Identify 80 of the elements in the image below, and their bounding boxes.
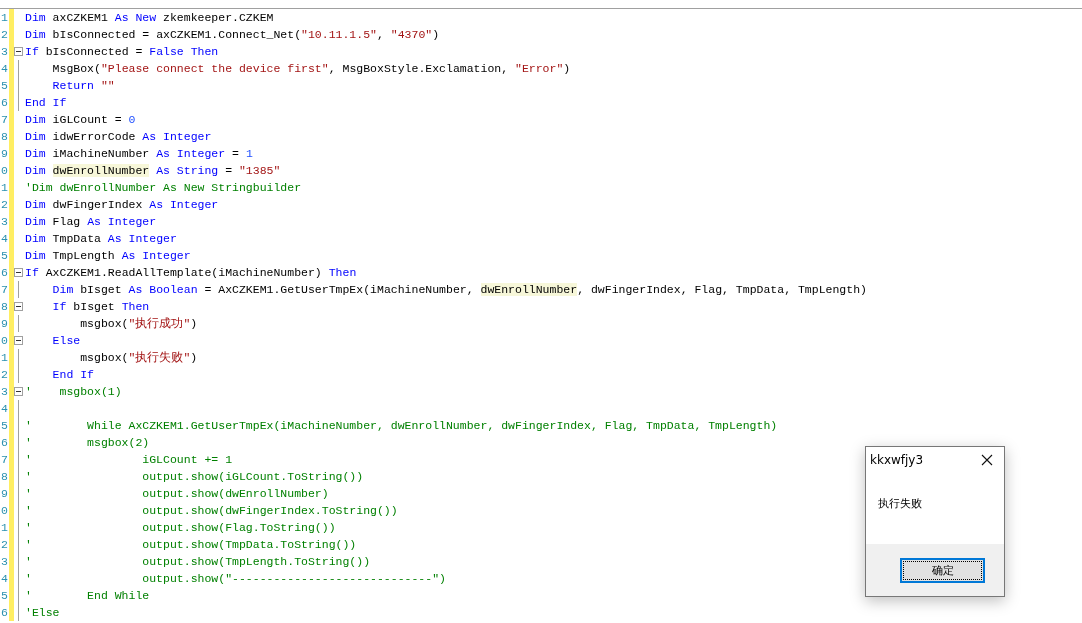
dialog-message: 执行失败 bbox=[878, 496, 922, 511]
code-line: ' msgbox(1) bbox=[25, 384, 122, 399]
line-number: 5 bbox=[1, 248, 8, 263]
line-number: 4 bbox=[1, 61, 8, 76]
line-number: 3 bbox=[1, 384, 8, 399]
ok-button[interactable]: 确定 bbox=[900, 557, 985, 583]
code-line: ' output.show(TmpData.ToString()) bbox=[25, 537, 357, 552]
code-line: Dim bIsget As Boolean = AxCZKEM1.GetUserTmpEx(iMachineNumber, dwEnrollNumber, dwFingerIndex, Flag, TmpData, TmpLength) bbox=[51, 282, 867, 297]
line-number: 1 bbox=[1, 520, 8, 535]
code-line: msgbox("执行成功") bbox=[79, 316, 198, 331]
line-number: 1 bbox=[1, 180, 8, 195]
line-number: 7 bbox=[1, 282, 8, 297]
code-line: Dim dwEnrollNumber As String = "1385" bbox=[25, 163, 281, 178]
code-line: Dim idwErrorCode As Integer bbox=[25, 129, 212, 144]
line-number: 1 bbox=[1, 10, 8, 25]
code-line: Dim TmpLength As Integer bbox=[25, 248, 191, 263]
line-number: 3 bbox=[1, 554, 8, 569]
line-number: 2 bbox=[1, 197, 8, 212]
code-line: ' output.show(dwFingerIndex.ToString()) bbox=[25, 503, 398, 518]
code-line: Return "" bbox=[51, 78, 115, 93]
line-number: 7 bbox=[1, 452, 8, 467]
code-line: Else bbox=[51, 333, 81, 348]
line-number: 6 bbox=[1, 95, 8, 110]
code-line: ' End While bbox=[25, 588, 150, 603]
line-number: 4 bbox=[1, 571, 8, 586]
code-line: msgbox("执行失败") bbox=[79, 350, 198, 365]
line-number: 4 bbox=[1, 401, 8, 416]
code-line: If AxCZKEM1.ReadAllTemplate(iMachineNumber) Then bbox=[25, 265, 357, 280]
code-line: Dim dwFingerIndex As Integer bbox=[25, 197, 219, 212]
code-line: If bIsConnected = False Then bbox=[25, 44, 219, 59]
code-line: MsgBox("Please connect the device first", MsgBoxStyle.Exclamation, "Error") bbox=[51, 61, 571, 76]
collapse-icon[interactable] bbox=[14, 387, 23, 396]
code-line: Dim iGLCount = 0 bbox=[25, 112, 136, 127]
code-line: Dim TmpData As Integer bbox=[25, 231, 177, 246]
code-line: End If bbox=[25, 95, 67, 110]
code-line: If bIsget Then bbox=[51, 299, 150, 314]
line-number: 5 bbox=[1, 418, 8, 433]
line-number: 2 bbox=[1, 27, 8, 42]
line-number: 6 bbox=[1, 265, 8, 280]
code-line: ' output.show(Flag.ToString()) bbox=[25, 520, 336, 535]
code-line: ' output.show("-----------------------------") bbox=[25, 571, 446, 586]
collapse-icon[interactable] bbox=[14, 47, 23, 56]
line-number: 4 bbox=[1, 231, 8, 246]
line-number: 2 bbox=[1, 537, 8, 552]
line-number: 5 bbox=[1, 78, 8, 93]
line-number: 3 bbox=[1, 44, 8, 59]
line-number: 9 bbox=[1, 486, 8, 501]
line-number: 3 bbox=[1, 214, 8, 229]
line-number: 1 bbox=[1, 350, 8, 365]
line-number: 6 bbox=[1, 435, 8, 450]
code-line: ' output.show(iGLCount.ToString()) bbox=[25, 469, 364, 484]
line-number: 7 bbox=[1, 112, 8, 127]
code-line: Dim Flag As Integer bbox=[25, 214, 157, 229]
code-line: Dim iMachineNumber As Integer = 1 bbox=[25, 146, 253, 161]
collapse-icon[interactable] bbox=[14, 268, 23, 277]
line-number: 0 bbox=[1, 333, 8, 348]
line-number: 0 bbox=[1, 163, 8, 178]
code-line: ' iGLCount += 1 bbox=[25, 452, 233, 467]
line-number: 5 bbox=[1, 588, 8, 603]
code-line: ' msgbox(2) bbox=[25, 435, 150, 450]
line-number: 8 bbox=[1, 299, 8, 314]
collapse-icon[interactable] bbox=[14, 336, 23, 345]
line-number: 8 bbox=[1, 129, 8, 144]
code-line: End If bbox=[51, 367, 94, 382]
collapse-icon[interactable] bbox=[14, 302, 23, 311]
code-line: ' output.show(TmpLength.ToString()) bbox=[25, 554, 371, 569]
line-number: 9 bbox=[1, 316, 8, 331]
line-number: 0 bbox=[1, 503, 8, 518]
code-line: 'Dim dwEnrollNumber As New Stringbuilder bbox=[25, 180, 302, 195]
line-number: 9 bbox=[1, 146, 8, 161]
line-number: 8 bbox=[1, 469, 8, 484]
dialog-title: kkxwfjy3 bbox=[870, 453, 924, 467]
code-line: ' While AxCZKEM1.GetUserTmpEx(iMachineNumber, dwEnrollNumber, dwFingerIndex, Flag, TmpData, TmpLength) bbox=[25, 418, 778, 433]
line-number: 2 bbox=[1, 367, 8, 382]
close-icon[interactable] bbox=[981, 454, 993, 466]
line-number: 6 bbox=[1, 605, 8, 620]
code-line: Dim axCZKEM1 As New zkemkeeper.CZKEM bbox=[25, 10, 274, 25]
code-line: 'Else bbox=[25, 605, 60, 620]
code-line: ' output.show(dwEnrollNumber) bbox=[25, 486, 329, 501]
code-line: Dim bIsConnected = axCZKEM1.Connect_Net("10.11.1.5", "4370") bbox=[25, 27, 440, 42]
